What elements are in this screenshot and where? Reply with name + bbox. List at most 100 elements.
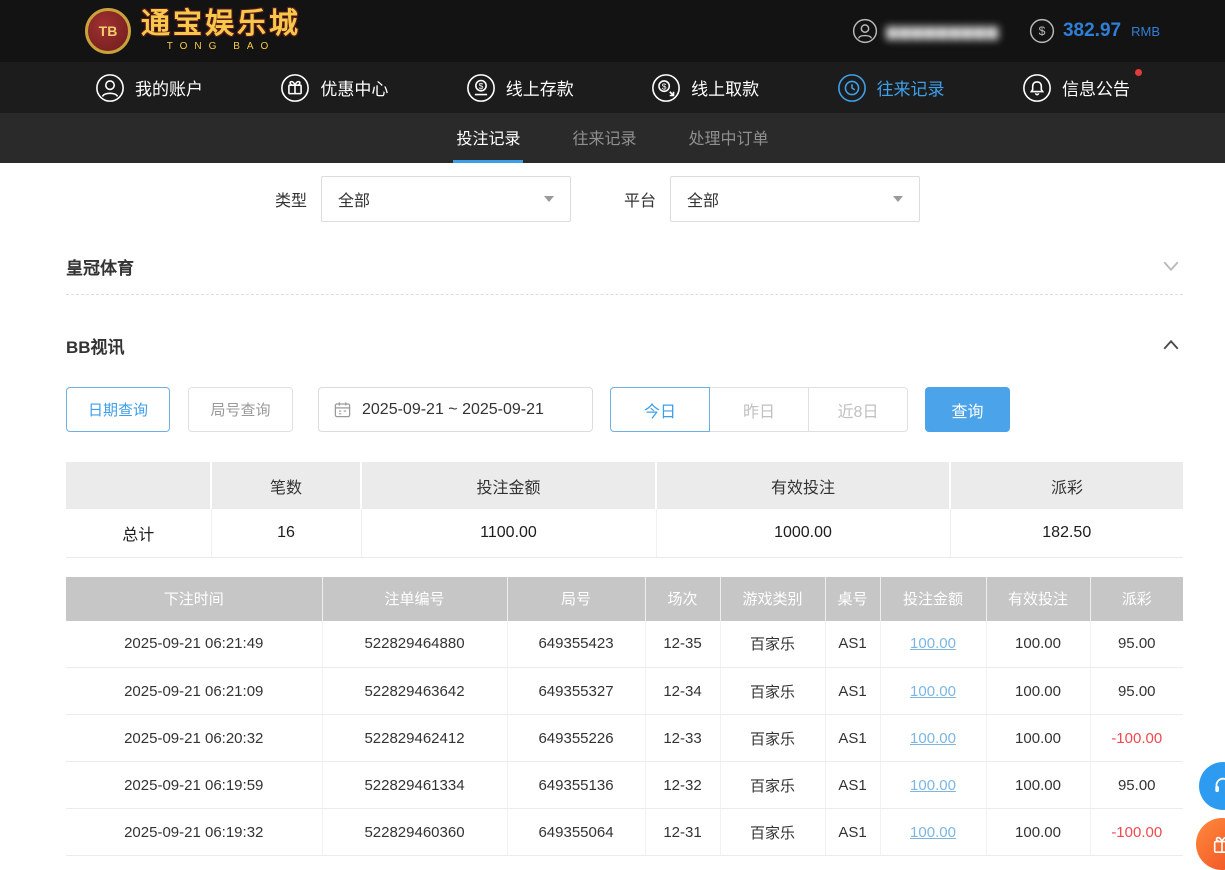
session-cell: 12-35 — [645, 620, 721, 668]
bet-amount-link[interactable]: 100.00 — [910, 635, 956, 652]
nav-label: 优惠中心 — [320, 80, 389, 99]
table-row: 2025-09-21 06:19:32 522829460360 6493550… — [66, 808, 1183, 856]
last8days-button[interactable]: 近8日 — [808, 387, 908, 432]
table-row: 2025-09-21 06:20:32 522829462412 6493552… — [66, 714, 1183, 762]
session-cell: 12-34 — [645, 667, 721, 715]
nav-label: 我的账户 — [135, 80, 203, 99]
col-header-payout: 派彩 — [1090, 576, 1183, 621]
nav-item-records[interactable]: 往来记录 — [837, 73, 945, 103]
table-row: 2025-09-21 06:19:59 522829461334 6493551… — [66, 761, 1183, 809]
deposit-icon: $ — [466, 73, 495, 102]
main-nav: 我的账户 优惠中心 $ 线上存款 $ 线上取款 往来记录 信息公告 — [0, 62, 1225, 113]
expand-chevron-down-icon[interactable] — [1159, 254, 1183, 278]
calendar-icon — [333, 400, 352, 419]
logo-coin-icon: TB — [85, 8, 131, 54]
round-id-cell: 649355423 — [507, 620, 646, 668]
platform-select[interactable]: 全部 — [670, 176, 921, 222]
tab-transaction-records[interactable]: 往来记录 — [569, 113, 639, 163]
col-header-table: 桌号 — [825, 576, 881, 621]
date-query-button[interactable]: 日期查询 — [66, 387, 170, 432]
gift-fab-icon — [1213, 836, 1225, 853]
tab-processing-orders[interactable]: 处理中订单 — [686, 113, 772, 163]
headset-icon — [1215, 777, 1225, 793]
nav-item-promotions[interactable]: 优惠中心 — [280, 73, 388, 103]
account-icon — [96, 73, 124, 102]
bb-section-title: BB视讯 — [66, 337, 125, 357]
filter-row: 类型 全部 平台 全部 — [66, 176, 1183, 222]
date-range-input[interactable]: 2025-09-21 ~ 2025-09-21 — [318, 387, 593, 432]
svg-text:$: $ — [1039, 24, 1046, 38]
summary-col-payout: 派彩 — [950, 462, 1183, 509]
nav-label: 线上取款 — [691, 80, 760, 99]
bet-time-cell: 2025-09-21 06:21:49 — [66, 620, 323, 668]
section-crown-sports: 皇冠体育 — [66, 252, 1183, 280]
summary-bet-amount: 1100.00 — [361, 509, 657, 558]
summary-col-bet-amount: 投注金额 — [361, 462, 657, 509]
detail-header-row: 下注时间 注单编号 局号 场次 游戏类别 桌号 投注金额 有效投注 派彩 — [66, 576, 1183, 621]
bet-amount-link[interactable]: 100.00 — [910, 777, 956, 794]
nav-item-my-account[interactable]: 我的账户 — [95, 73, 203, 103]
search-button[interactable]: 查询 — [925, 387, 1010, 432]
session-cell: 12-32 — [645, 761, 721, 809]
yesterday-button[interactable]: 昨日 — [709, 387, 809, 432]
payout-cell: 95.00 — [1090, 667, 1183, 715]
page-content: 类型 全部 平台 全部 皇冠体育 BB视讯 日期查询 局号查询 2025-09-… — [0, 163, 1225, 856]
game-type-cell: 百家乐 — [720, 667, 826, 715]
payout-cell: 95.00 — [1090, 761, 1183, 809]
summary-col-empty — [66, 462, 212, 509]
bet-time-cell: 2025-09-21 06:21:09 — [66, 667, 323, 715]
game-type-cell: 百家乐 — [720, 714, 826, 762]
svg-text:$: $ — [662, 81, 667, 91]
table-no-cell: AS1 — [825, 761, 881, 809]
session-cell: 12-31 — [645, 808, 721, 856]
game-type-cell: 百家乐 — [720, 761, 826, 809]
quick-date-group: 今日 昨日 近8日 — [610, 387, 908, 432]
session-cell: 12-33 — [645, 714, 721, 762]
round-id-cell: 649355226 — [507, 714, 646, 762]
summary-valid-bet: 1000.00 — [656, 509, 951, 558]
nav-item-withdraw[interactable]: $ 线上取款 — [651, 73, 759, 103]
bet-time-cell: 2025-09-21 06:19:59 — [66, 761, 323, 809]
bet-amount-link[interactable]: 100.00 — [910, 683, 956, 700]
chevron-down-icon — [893, 196, 904, 202]
valid-bet-cell: 100.00 — [986, 761, 1091, 809]
user-account[interactable]: ▆▆▆▆▆▆▆▆▆ — [852, 18, 999, 44]
site-logo[interactable]: TB 通宝娱乐城 TONG BAO — [85, 8, 301, 54]
logo-title: 通宝娱乐城 — [141, 8, 302, 40]
valid-bet-cell: 100.00 — [986, 620, 1091, 668]
bet-detail-table: 下注时间 注单编号 局号 场次 游戏类别 桌号 投注金额 有效投注 派彩 202… — [66, 576, 1183, 856]
summary-count: 16 — [211, 509, 362, 558]
logo-coin-text: TB — [98, 23, 118, 39]
nav-label: 信息公告 — [1061, 80, 1130, 99]
platform-select-value: 全部 — [687, 193, 720, 210]
logo-subtitle: TONG BAO — [166, 41, 276, 52]
balance[interactable]: $ 382.97 RMB — [1029, 18, 1160, 44]
top-header: TB 通宝娱乐城 TONG BAO ▆▆▆▆▆▆▆▆▆ $ 382.97 RMB — [0, 0, 1225, 62]
bet-id-cell: 522829463642 — [322, 667, 508, 715]
summary-table: 笔数 投注金额 有效投注 派彩 总计 16 1100.00 1000.00 18… — [66, 462, 1183, 558]
bet-amount-link[interactable]: 100.00 — [910, 824, 956, 841]
date-range-value: 2025-09-21 ~ 2025-09-21 — [362, 400, 544, 418]
type-select[interactable]: 全部 — [321, 176, 572, 222]
user-icon — [852, 18, 878, 44]
nav-item-announcements[interactable]: 信息公告 — [1022, 68, 1142, 103]
col-header-bet-id: 注单编号 — [322, 576, 508, 621]
round-query-button[interactable]: 局号查询 — [188, 387, 293, 432]
summary-header-row: 笔数 投注金额 有效投注 派彩 — [66, 462, 1183, 509]
summary-col-valid-bet: 有效投注 — [656, 462, 951, 509]
round-id-cell: 649355136 — [507, 761, 646, 809]
tab-bet-records[interactable]: 投注记录 — [453, 113, 524, 163]
bet-id-cell: 522829461334 — [322, 761, 508, 809]
valid-bet-cell: 100.00 — [986, 714, 1091, 762]
gift-icon — [281, 73, 310, 102]
col-header-session: 场次 — [645, 576, 721, 621]
type-filter-label: 类型 — [275, 193, 308, 210]
col-header-valid: 有效投注 — [986, 576, 1091, 621]
crown-section-title: 皇冠体育 — [66, 258, 134, 278]
bet-amount-link[interactable]: 100.00 — [910, 730, 956, 747]
collapse-chevron-up-icon[interactable] — [1159, 333, 1183, 357]
today-button[interactable]: 今日 — [610, 387, 710, 432]
table-no-cell: AS1 — [825, 714, 881, 762]
summary-col-count: 笔数 — [211, 462, 362, 509]
nav-item-deposit[interactable]: $ 线上存款 — [466, 73, 574, 103]
